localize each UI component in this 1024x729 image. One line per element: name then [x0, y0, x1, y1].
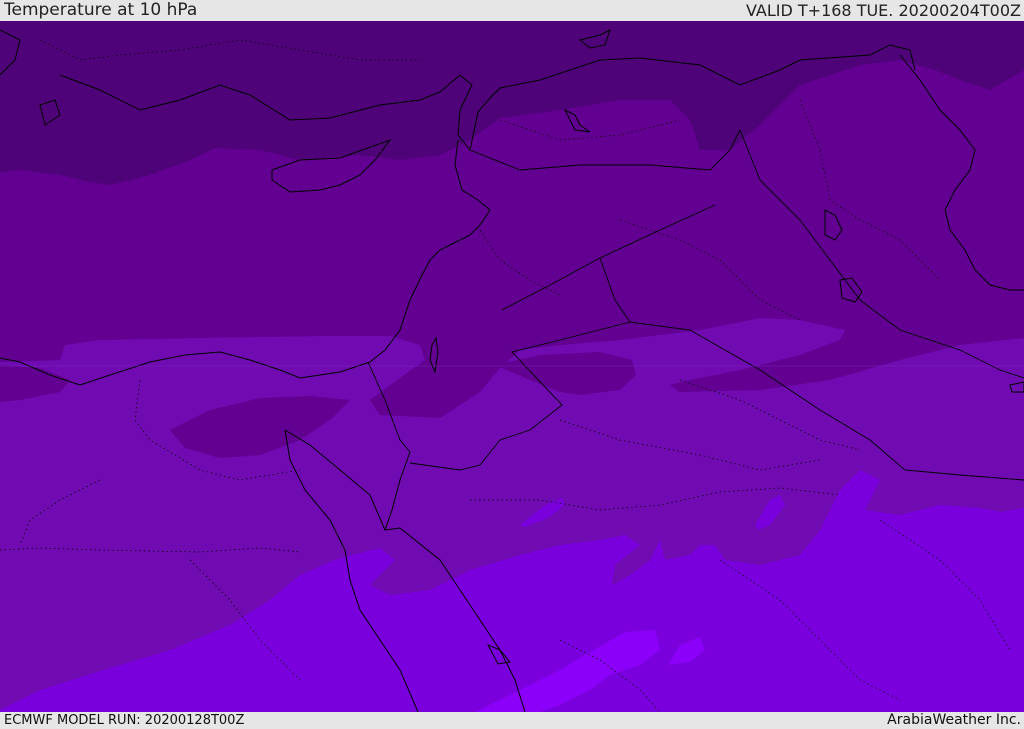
map-canvas: [0, 21, 1024, 712]
footer-bar: ECMWF MODEL RUN: 20200128T00Z ArabiaWeat…: [0, 712, 1024, 729]
map-title: Temperature at 10 hPa: [4, 0, 198, 20]
credit-text: ArabiaWeather Inc.: [887, 712, 1021, 728]
valid-time: VALID T+168 TUE. 20200204T00Z: [745, 1, 1021, 20]
temperature-map: [0, 21, 1024, 712]
model-run: ECMWF MODEL RUN: 20200128T00Z: [4, 713, 245, 728]
header-bar: Temperature at 10 hPa VALID T+168 TUE. 2…: [0, 0, 1024, 21]
